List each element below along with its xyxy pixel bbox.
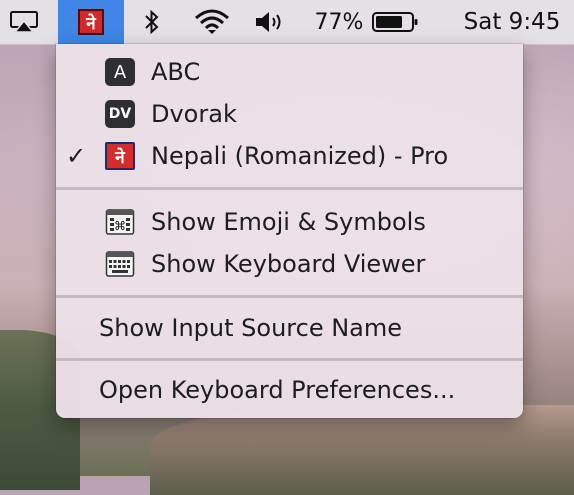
menu-separator [56, 358, 523, 361]
menu-item-label: Show Input Source Name [99, 314, 403, 342]
dvorak-source-icon: DV [105, 100, 135, 128]
menu-separator [56, 295, 523, 298]
battery-icon [372, 12, 418, 32]
checkmark-icon: ✓ [66, 142, 87, 170]
menu-item-abc[interactable]: A ABC [56, 52, 523, 92]
volume-menu-extra[interactable] [250, 0, 292, 44]
menu-item-show-input-source-name[interactable]: Show Input Source Name [56, 308, 523, 348]
wifi-icon [195, 9, 229, 34]
menu-bar-clock[interactable]: Sat 9:45 [454, 0, 570, 44]
airplay-menu-extra[interactable] [6, 0, 42, 44]
input-source-menu-extra[interactable]: ने [58, 0, 124, 44]
menu-item-show-emoji-symbols[interactable]: ⌘ Show Emoji & Symbols [56, 202, 523, 242]
battery-menu-extra[interactable] [369, 0, 421, 44]
nepali-input-icon: ने [78, 9, 104, 35]
menu-bar: ने 77% Sat 9:45 [0, 0, 574, 45]
input-source-menu: A ABC DV Dvorak ✓ ने Nepali (Romanized) … [56, 44, 523, 418]
menu-item-show-keyboard-viewer[interactable]: Show Keyboard Viewer [56, 244, 523, 284]
keyboard-viewer-icon [105, 251, 135, 277]
wallpaper-hill-right [150, 405, 574, 495]
menu-item-label: Show Keyboard Viewer [151, 250, 426, 278]
wifi-menu-extra[interactable] [190, 0, 234, 44]
battery-percentage[interactable]: 77% [313, 0, 365, 44]
abc-source-icon: A [105, 58, 135, 86]
emoji-symbols-icon: ⌘ [105, 209, 135, 235]
bluetooth-icon [145, 9, 159, 35]
menu-separator [56, 187, 523, 190]
menu-item-label: Open Keyboard Preferences... [99, 376, 456, 404]
svg-text:⌘: ⌘ [114, 219, 126, 233]
menu-item-label: ABC [151, 58, 201, 86]
menu-item-nepali-romanized-pro[interactable]: ✓ ने Nepali (Romanized) - Pro [56, 136, 523, 176]
airplay-icon [10, 11, 38, 33]
volume-icon [256, 12, 281, 32]
menu-item-open-keyboard-preferences[interactable]: Open Keyboard Preferences... [56, 370, 523, 410]
menu-item-label: Show Emoji & Symbols [151, 208, 426, 236]
menu-item-label: Nepali (Romanized) - Pro [151, 142, 449, 170]
bluetooth-menu-extra[interactable] [136, 0, 168, 44]
menu-item-label: Dvorak [151, 100, 237, 128]
nepali-source-icon: ने [105, 142, 135, 170]
menu-item-dvorak[interactable]: DV Dvorak [56, 94, 523, 134]
